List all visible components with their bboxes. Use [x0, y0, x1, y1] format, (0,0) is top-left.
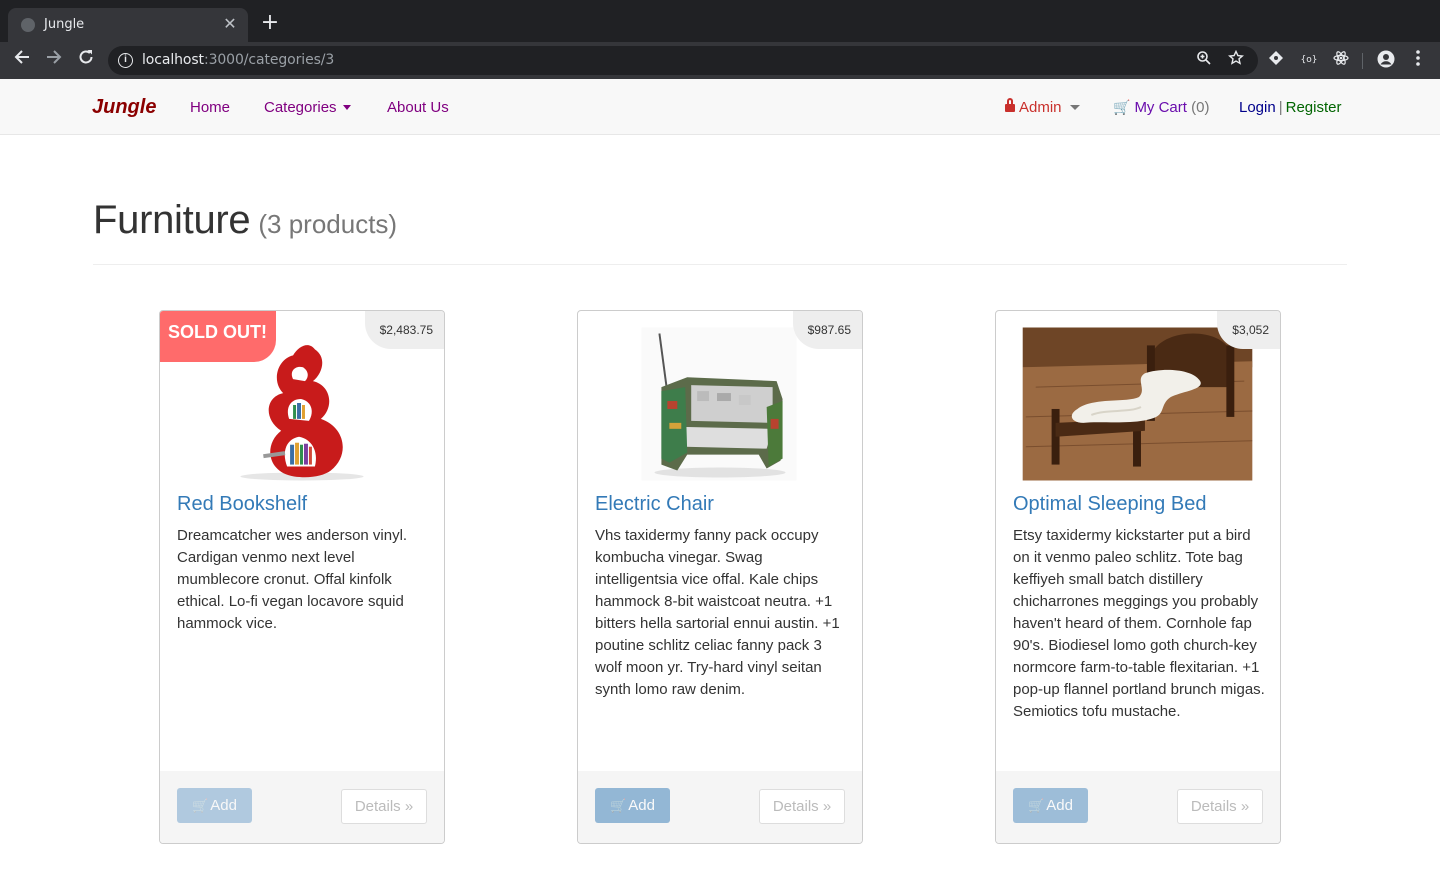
login-link[interactable]: Login [1239, 99, 1276, 116]
product-count: (3 products) [258, 209, 398, 239]
product-image-optimal-sleeping-bed[interactable] [996, 327, 1280, 481]
auth-separator: | [1278, 99, 1283, 116]
browser-tab[interactable]: Jungle ✕ [8, 8, 248, 42]
product-card: SOLD OUT! $2,483.75 Red Bookshelf Dreamc… [159, 310, 445, 844]
product-card: $987.65 Electric Chair Vhs taxidermy fan… [577, 310, 863, 844]
menu-dots-icon[interactable] [1408, 50, 1428, 70]
price-tag: $3,052 [1217, 311, 1280, 349]
card-footer: 🛒 Add Details » [578, 771, 862, 843]
price-tag: $2,483.75 [364, 311, 444, 349]
nav-about-link[interactable]: About Us [387, 99, 449, 116]
new-tab-button[interactable]: + [258, 12, 282, 36]
price-tag: $987.65 [792, 311, 862, 349]
chevron-down-icon [1069, 104, 1080, 110]
product-title-link[interactable]: Red Bookshelf [177, 493, 307, 516]
product-card: $3,052 Optimal Sleeping Bed Etsy taxider… [995, 310, 1281, 844]
page-header: Furniture (3 products) [93, 198, 397, 243]
product-description: Dreamcatcher wes anderson vinyl. Cardiga… [177, 527, 408, 632]
product-title-link[interactable]: Electric Chair [595, 493, 714, 516]
toolbar-divider [1362, 53, 1363, 69]
globe-icon [21, 18, 35, 32]
bookmark-star-icon[interactable] [1226, 49, 1246, 70]
brand-logo-link[interactable]: Jungle [92, 96, 156, 119]
shopping-cart-icon: 🛒 [610, 799, 627, 814]
shopping-cart-icon: 🛒 [1113, 100, 1131, 116]
register-link[interactable]: Register [1286, 99, 1342, 116]
profile-avatar-icon[interactable] [1376, 50, 1396, 70]
admin-dropdown[interactable]: Admin [1005, 98, 1080, 116]
reload-icon[interactable] [73, 48, 99, 74]
lock-icon [1005, 98, 1015, 113]
product-title-link[interactable]: Optimal Sleeping Bed [1013, 493, 1206, 516]
add-to-cart-button[interactable]: 🛒 Add [595, 788, 670, 823]
react-devtools-icon[interactable] [1331, 50, 1351, 70]
details-button[interactable]: Details » [341, 789, 427, 824]
categories-label: Categories [264, 99, 337, 116]
card-footer: 🛒 Add Details » [160, 771, 444, 843]
nav-home-link[interactable]: Home [190, 99, 230, 116]
product-image-electric-chair[interactable] [578, 327, 862, 481]
git-extension-icon[interactable] [1266, 50, 1286, 70]
shopping-cart-icon: 🛒 [1028, 799, 1045, 814]
add-to-cart-button[interactable]: 🛒 Add [1013, 788, 1088, 823]
forward-arrow-icon[interactable] [41, 48, 67, 74]
product-description: Vhs taxidermy fanny pack occupy kombucha… [595, 527, 840, 698]
page-title: Furniture [93, 198, 251, 242]
nav-categories-dropdown[interactable]: Categories [264, 99, 351, 116]
sold-out-badge: SOLD OUT! [160, 311, 276, 362]
details-button[interactable]: Details » [1177, 789, 1263, 824]
url-text: localhost:3000/categories/3 [142, 52, 335, 68]
cart-count: (0) [1191, 99, 1210, 116]
header-divider [93, 264, 1347, 265]
my-cart-link[interactable]: 🛒 My Cart (0) [1113, 99, 1209, 116]
zoom-icon[interactable] [1194, 50, 1214, 70]
close-tab-icon[interactable]: ✕ [220, 14, 240, 34]
browser-tabstrip: Jungle ✕ + [0, 0, 1440, 42]
admin-label: Admin [1019, 99, 1062, 116]
tab-title: Jungle [44, 17, 85, 32]
product-description: Etsy taxidermy kickstarter put a bird on… [1013, 527, 1265, 720]
chevron-down-icon [342, 104, 351, 110]
json-extension-icon[interactable]: {o} [1299, 50, 1319, 70]
details-button[interactable]: Details » [759, 789, 845, 824]
shopping-cart-icon: 🛒 [192, 799, 209, 814]
browser-toolbar: i localhost:3000/categories/3 {o} [0, 42, 1440, 79]
back-arrow-icon[interactable] [9, 48, 35, 74]
add-to-cart-button[interactable]: 🛒 Add [177, 788, 252, 823]
cart-label: My Cart [1134, 99, 1187, 116]
auth-links: Login | Register [1239, 99, 1341, 116]
app-navbar: Jungle Home Categories About Us Admin 🛒 M… [0, 79, 1440, 135]
address-bar[interactable]: i localhost:3000/categories/3 [108, 46, 1258, 75]
card-footer: 🛒 Add Details » [996, 771, 1280, 843]
site-info-icon[interactable]: i [118, 53, 133, 68]
